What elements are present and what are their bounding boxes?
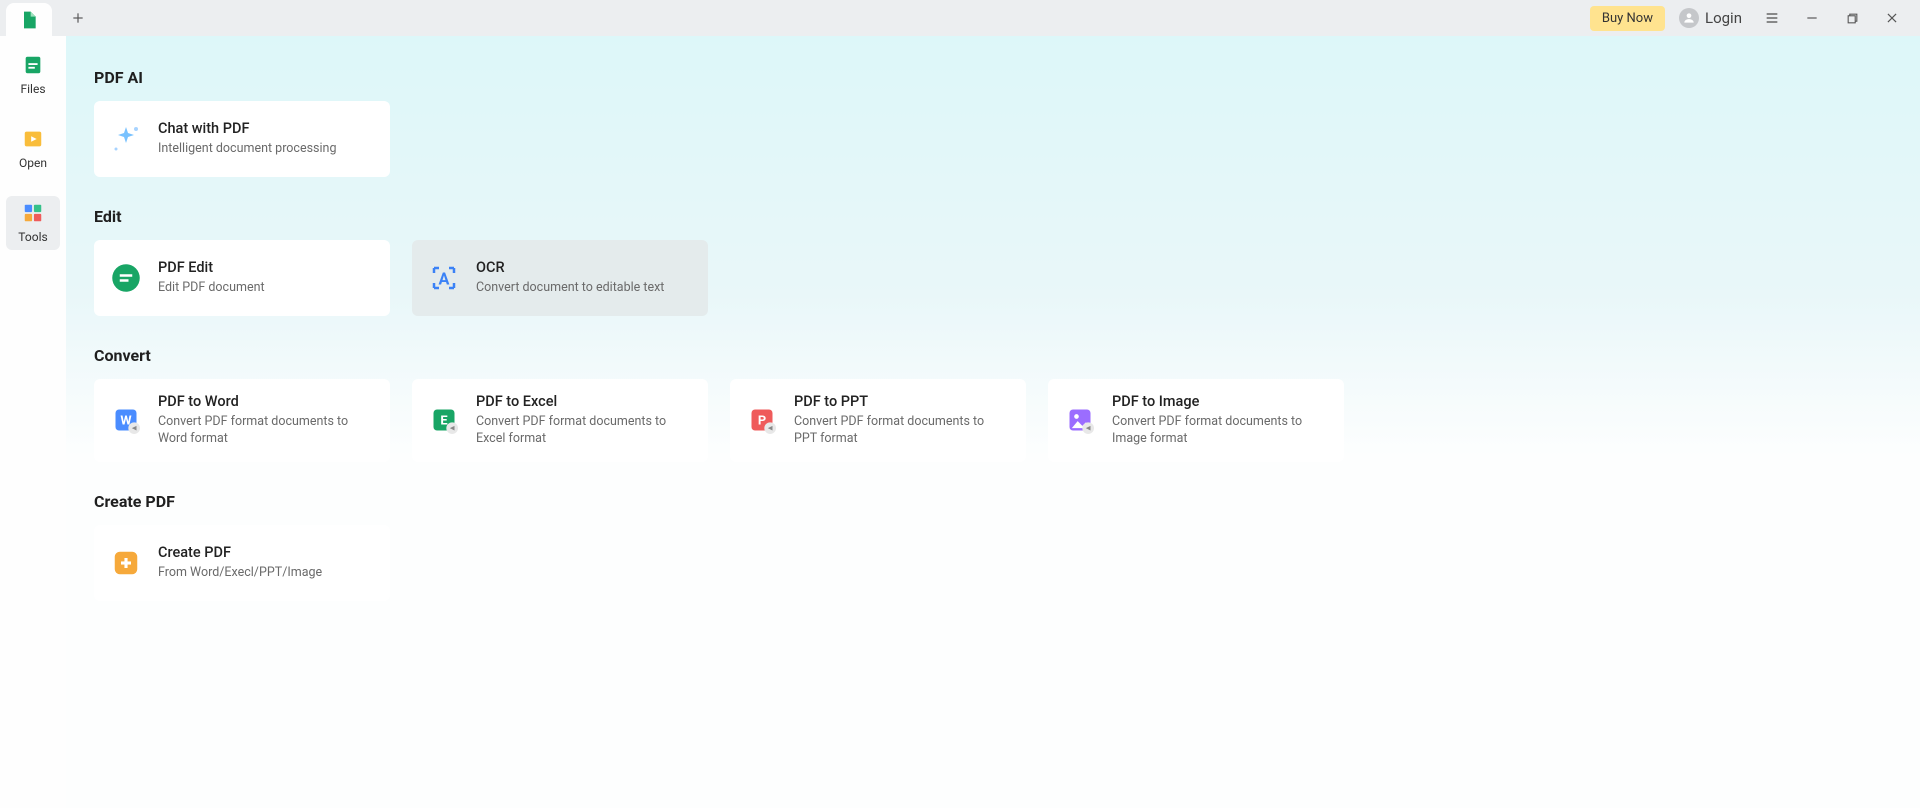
plus-icon [71, 11, 85, 25]
maximize-icon [1846, 12, 1859, 25]
card-desc: Convert PDF format documents to PPT form… [794, 414, 1010, 448]
main-content: PDF AI Chat with PDF Intelligent documen… [66, 36, 1920, 808]
excel-icon: E [428, 404, 460, 436]
section-title-convert: Convert [94, 346, 1892, 365]
card-desc: Convert PDF format documents to Excel fo… [476, 414, 692, 448]
ocr-icon: A [428, 262, 460, 294]
sidebar-item-files[interactable]: Files [6, 48, 60, 102]
close-icon [1885, 11, 1899, 25]
section-title-create: Create PDF [94, 492, 1892, 511]
card-title: PDF to PPT [794, 393, 1010, 410]
card-pdf-to-word[interactable]: W PDF to Word Convert PDF format documen… [94, 379, 390, 462]
create-pdf-icon [110, 547, 142, 579]
ppt-icon: P [746, 404, 778, 436]
card-create-pdf[interactable]: Create PDF From Word/Execl/PPT/Image [94, 525, 390, 601]
menu-icon [1764, 10, 1780, 26]
tools-icon [22, 202, 44, 224]
buy-now-button[interactable]: Buy Now [1590, 6, 1665, 31]
pdf-edit-icon [110, 262, 142, 294]
card-chat-with-pdf[interactable]: Chat with PDF Intelligent document proce… [94, 101, 390, 177]
minimize-icon [1805, 11, 1819, 25]
files-icon [22, 54, 44, 76]
sidebar-item-tools[interactable]: Tools [6, 196, 60, 250]
cards-row-convert: W PDF to Word Convert PDF format documen… [94, 379, 1892, 462]
card-title: Chat with PDF [158, 120, 336, 137]
section-title-pdf-ai: PDF AI [94, 68, 1892, 87]
card-title: PDF Edit [158, 259, 265, 276]
maximize-button[interactable] [1834, 2, 1870, 34]
card-desc: Convert PDF format documents to Image fo… [1112, 414, 1328, 448]
card-desc: Intelligent document processing [158, 141, 336, 158]
titlebar: Buy Now Login [0, 0, 1920, 36]
active-tab[interactable] [6, 3, 52, 37]
section-title-edit: Edit [94, 207, 1892, 226]
app-logo-icon [19, 10, 39, 30]
close-button[interactable] [1874, 2, 1910, 34]
card-desc: Convert document to editable text [476, 280, 664, 297]
cards-row-create: Create PDF From Word/Execl/PPT/Image [94, 525, 1892, 601]
card-title: PDF to Excel [476, 393, 692, 410]
titlebar-right: Buy Now Login [1590, 2, 1914, 34]
open-icon [22, 128, 44, 150]
card-ocr[interactable]: A OCR Convert document to editable text [412, 240, 708, 316]
word-icon: W [110, 404, 142, 436]
sidebar-item-label: Files [20, 82, 45, 96]
svg-text:E: E [440, 414, 447, 429]
sidebar-item-open[interactable]: Open [6, 122, 60, 176]
sparkle-icon [110, 123, 142, 155]
image-icon [1064, 404, 1096, 436]
login-button[interactable]: Login [1679, 8, 1742, 28]
svg-text:A: A [439, 269, 450, 288]
login-label: Login [1705, 9, 1742, 27]
card-title: PDF to Image [1112, 393, 1328, 410]
card-pdf-to-image[interactable]: PDF to Image Convert PDF format document… [1048, 379, 1344, 462]
cards-row-edit: PDF Edit Edit PDF document A OCR Convert… [94, 240, 1892, 316]
card-title: OCR [476, 259, 664, 276]
card-pdf-to-excel[interactable]: E PDF to Excel Convert PDF format docume… [412, 379, 708, 462]
hamburger-menu-button[interactable] [1754, 2, 1790, 34]
avatar-icon [1679, 8, 1699, 28]
sidebar-item-label: Open [19, 156, 47, 170]
new-tab-button[interactable] [62, 2, 94, 34]
sidebar-item-label: Tools [18, 230, 47, 244]
card-pdf-to-ppt[interactable]: P PDF to PPT Convert PDF format document… [730, 379, 1026, 462]
titlebar-left [6, 0, 94, 36]
card-desc: Convert PDF format documents to Word for… [158, 414, 374, 448]
card-desc: From Word/Execl/PPT/Image [158, 565, 322, 582]
card-desc: Edit PDF document [158, 280, 265, 297]
minimize-button[interactable] [1794, 2, 1830, 34]
card-title: PDF to Word [158, 393, 374, 410]
sidebar: Files Open Tools [0, 36, 66, 808]
card-pdf-edit[interactable]: PDF Edit Edit PDF document [94, 240, 390, 316]
card-title: Create PDF [158, 544, 322, 561]
cards-row-pdf-ai: Chat with PDF Intelligent document proce… [94, 101, 1892, 177]
